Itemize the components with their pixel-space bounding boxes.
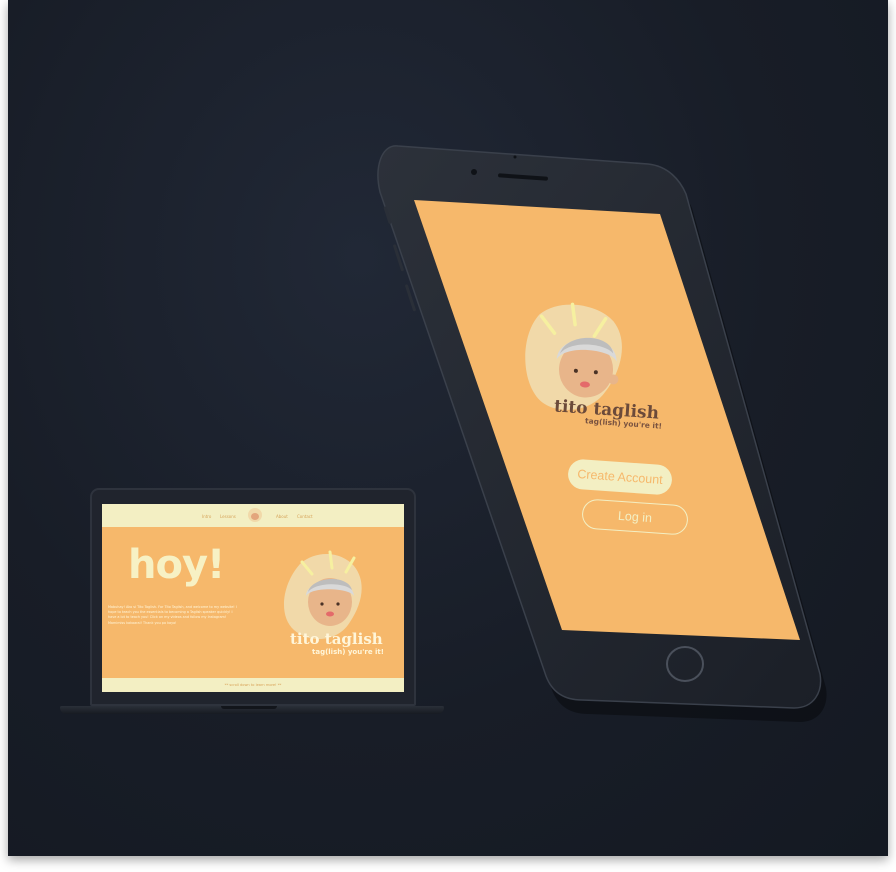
phone-frame <box>377 145 827 722</box>
device-mockup-scene: Intro Lessons About Contact hoy! Mabuhay… <box>8 0 888 856</box>
phone: tito taglish tag(lish) you're it! Create… <box>8 0 888 856</box>
camera-icon <box>471 169 477 175</box>
